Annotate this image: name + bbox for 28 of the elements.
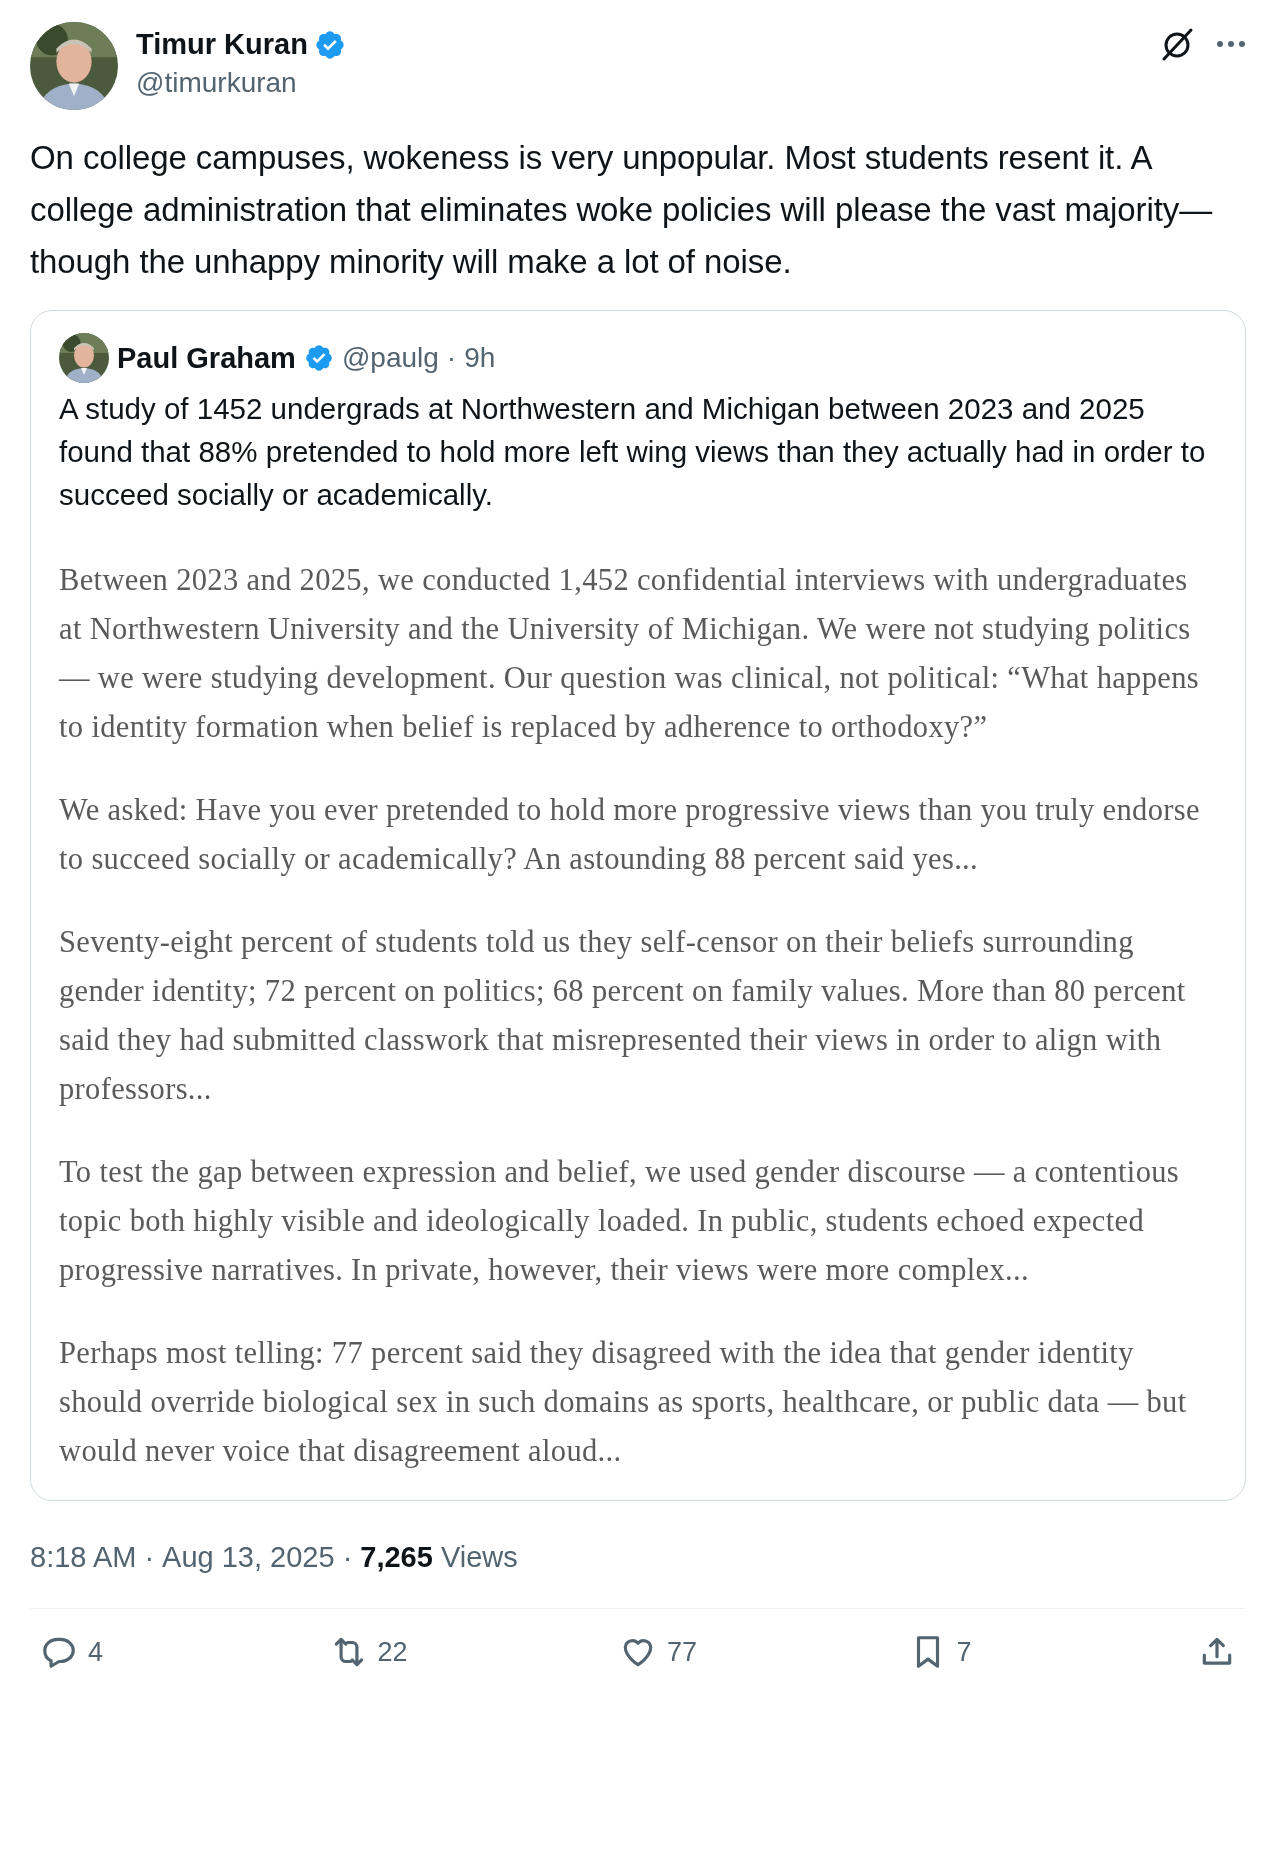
- bookmark-button[interactable]: 7: [908, 1633, 1009, 1671]
- quoted-author-name: Paul Graham: [117, 341, 296, 375]
- post-date[interactable]: Aug 13, 2025: [162, 1541, 335, 1574]
- author-name[interactable]: Timur Kuran: [136, 28, 308, 61]
- verified-badge-icon: [303, 343, 334, 373]
- slashed-circle-icon[interactable]: [1160, 26, 1194, 62]
- repost-button[interactable]: 22: [329, 1633, 430, 1671]
- document-paragraph: Perhaps most telling: 77 percent said they disagreed with the idea that gender identity should override biological sex in such domains as sports, healthcare, or public data — but would never voice that disagreement aloud...: [59, 1335, 1188, 1470]
- verified-badge-icon: [313, 28, 346, 61]
- quoted-post-card[interactable]: [30, 310, 1246, 1501]
- reply-button[interactable]: 4: [40, 1633, 140, 1671]
- views-label: Views: [440, 1541, 518, 1573]
- document-paragraph: To test the gap between expression and belief, we used gender discourse — a contentious topic both highly visible and ideologically loaded. In public, students echoed expected progressive narratives. In private, however, their views were more complex...: [59, 1154, 1181, 1289]
- author-handle[interactable]: @timurkuran: [136, 67, 1142, 99]
- quoted-author-handle: @paulg: [341, 342, 439, 374]
- separator-dot: ·: [144, 1541, 155, 1574]
- views-count: 7,265: [360, 1541, 433, 1573]
- document-paragraph: Between 2023 and 2025, we conducted 1,452 confidential interviews with undergraduates at Northwestern University and the University of Michigan. We were not studying politics — we were studying development. Our question was clinical, not political: “What happens to identity formation when belief is replaced by adherence to orthodoxy?”: [59, 562, 1201, 746]
- document-paragraph: Seventy-eight percent of students told us they self-censor on their beliefs surrounding gender identity; 72 percent on politics; 68 percent on family values. More than 80 percent said they had submitted classwork that misrepresented their views in order to align with professors...: [59, 924, 1187, 1108]
- quoted-post-text: A study of 1452 undergrads at Northwestern and Michigan between 2023 and 2025 found that 88% pretended to hold more left wing views than they actually had in order to succeed socially or academically.: [59, 391, 1207, 513]
- post-time[interactable]: 8:18 AM: [30, 1541, 137, 1574]
- like-button[interactable]: 77: [619, 1633, 719, 1671]
- separator-dot: ·: [446, 342, 457, 374]
- document-paragraph: We asked: Have you ever pretended to hold more progressive views than you truly endorse to succeed socially or academically? An astounding 88 percent said yes...: [59, 792, 1201, 878]
- post-time: 9h: [464, 342, 496, 374]
- separator-dot: ·: [342, 1541, 353, 1574]
- post-text: On college campuses, wokeness is very unpopular. Most students resent it. A college administration that eliminates woke policies will please the vast majority—though the unhappy minority will make a lot of noise.: [30, 138, 1214, 282]
- more-icon[interactable]: [1216, 40, 1246, 48]
